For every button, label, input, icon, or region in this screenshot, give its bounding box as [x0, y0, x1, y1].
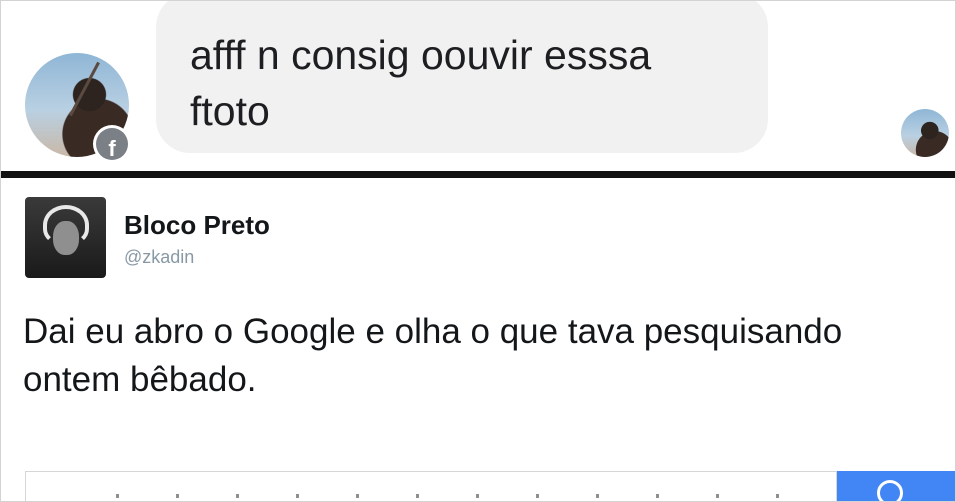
screenshot-frame: f afff n consig oouvir esssa ftoto Bloco… — [0, 0, 956, 502]
facebook-badge: f — [93, 125, 131, 163]
google-search-input[interactable] — [25, 471, 837, 501]
search-icon — [877, 480, 903, 501]
message-bubble[interactable]: afff n consig oouvir esssa ftoto — [156, 1, 768, 153]
google-search-button[interactable] — [837, 471, 955, 501]
tweet-author-name[interactable]: Bloco Preto — [124, 210, 270, 241]
tweet-author-handle[interactable]: @zkadin — [124, 247, 194, 268]
tweet-card: Bloco Preto @zkadin Dai eu abro o Google… — [1, 178, 955, 501]
message-text: afff n consig oouvir esssa ftoto — [190, 32, 652, 134]
search-query-text-cropped — [116, 494, 816, 498]
tweet-text: Dai eu abro o Google e olha o que tava p… — [23, 312, 843, 399]
seen-receipt-avatar — [901, 109, 949, 157]
messenger-chat: f afff n consig oouvir esssa ftoto — [1, 1, 955, 171]
tweet-author-avatar[interactable] — [25, 197, 106, 278]
divider — [1, 171, 955, 178]
facebook-icon: f — [96, 128, 128, 160]
